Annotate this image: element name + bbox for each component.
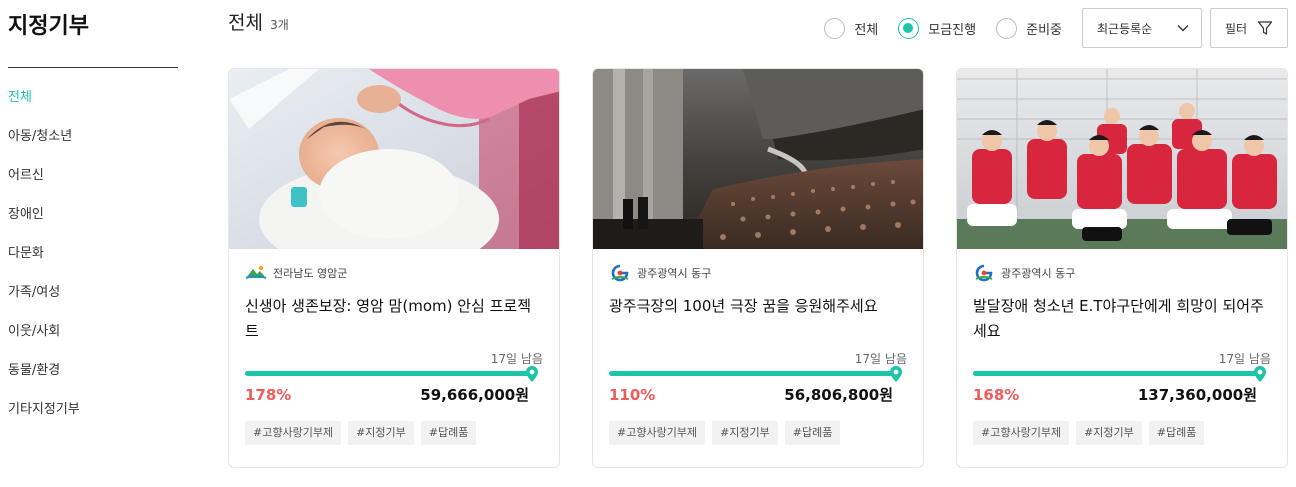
sidebar-title: 지정기부 (8, 14, 89, 39)
radio-circle[interactable] (996, 17, 1018, 39)
funding-amount: 59,666,000원 (420, 386, 529, 404)
list-title: 전체 (228, 12, 263, 34)
tag-list: #고향사랑기부제 #지정기부 #답례품 (245, 421, 543, 445)
location-pin-icon (890, 366, 902, 382)
radio-label: 모금진행 (928, 22, 977, 38)
sort-select[interactable]: 최근등록순 (1082, 8, 1202, 48)
filter-bar: 전체 모금진행 준비중 최근등록순 필터 (824, 8, 1288, 48)
tag[interactable]: #고향사랑기부제 (973, 421, 1070, 445)
sidebar-item-animals-environment[interactable]: 동물/환경 (8, 361, 80, 400)
org-info: 광주광역시 동구 (609, 264, 907, 282)
funding-percent: 110% (609, 385, 656, 404)
progress-bar (245, 366, 543, 382)
sidebar-item-all[interactable]: 전체 (8, 88, 80, 127)
radio-all[interactable]: 전체 (824, 17, 879, 39)
org-info: 전라남도 영암군 (245, 264, 543, 282)
radio-preparing[interactable]: 준비중 (996, 17, 1062, 39)
radio-label: 준비중 (1026, 22, 1062, 38)
tag[interactable]: #답례품 (784, 421, 841, 445)
funding-percent: 168% (973, 385, 1020, 404)
org-name: 전라남도 영암군 (273, 267, 348, 280)
tag[interactable]: #지정기부 (712, 421, 778, 445)
campaign-list: 전라남도 영암군 신생아 생존보장: 영암 맘(mom) 안심 프로젝트 17일… (228, 68, 1288, 468)
sidebar-item-multicultural[interactable]: 다문화 (8, 244, 80, 283)
filter-button[interactable]: 필터 (1210, 8, 1288, 48)
progress-bar (973, 366, 1271, 382)
radio-circle-checked[interactable] (898, 17, 920, 39)
tag-list: #고향사랑기부제 #지정기부 #답례품 (973, 421, 1271, 445)
newborn-baby-photo (229, 69, 559, 249)
chevron-down-icon (1177, 25, 1189, 32)
progress-fill (973, 371, 1261, 376)
tag[interactable]: #답례품 (420, 421, 477, 445)
funding-amount: 137,360,000원 (1137, 386, 1257, 404)
tag-list: #고향사랑기부제 #지정기부 #답례품 (609, 421, 907, 445)
days-left: 17일 남음 (490, 352, 543, 366)
funding-amount: 56,806,800원 (784, 386, 893, 404)
theater-audience-photo (593, 69, 923, 249)
radio-in-progress[interactable]: 모금진행 (898, 17, 977, 39)
campaign-card[interactable]: 전라남도 영암군 신생아 생존보장: 영암 맘(mom) 안심 프로젝트 17일… (228, 68, 560, 468)
sidebar-item-other[interactable]: 기타지정기부 (8, 400, 80, 439)
funding-percent: 178% (245, 385, 292, 404)
radio-circle[interactable] (824, 17, 846, 39)
progress-bar (609, 366, 907, 382)
progress-fill (245, 371, 533, 376)
sidebar-item-neighbors-society[interactable]: 이웃/사회 (8, 322, 80, 361)
days-left: 17일 남음 (854, 352, 907, 366)
gwangju-donggu-logo-icon (975, 264, 993, 282)
location-pin-icon (526, 366, 538, 382)
campaign-title[interactable]: 광주극장의 100년 극장 꿈을 응원해주세요 (609, 294, 907, 344)
sort-select-value: 최근등록순 (1097, 21, 1153, 36)
category-list: 전체 아동/청소년 어르신 장애인 다문화 가족/여성 이웃/사회 동물/환경 … (8, 88, 80, 439)
sidebar-divider (8, 67, 178, 68)
funnel-icon (1257, 21, 1273, 35)
tag[interactable]: #지정기부 (1076, 421, 1142, 445)
tag[interactable]: #답례품 (1148, 421, 1205, 445)
radio-label: 전체 (854, 22, 879, 38)
gwangju-donggu-logo-icon (611, 264, 629, 282)
list-heading: 전체 3개 (228, 8, 289, 35)
tag[interactable]: #지정기부 (348, 421, 414, 445)
progress-fill (609, 371, 897, 376)
days-left: 17일 남음 (1218, 352, 1271, 366)
campaign-title[interactable]: 신생아 생존보장: 영암 맘(mom) 안심 프로젝트 (245, 294, 543, 344)
tag[interactable]: #고향사랑기부제 (245, 421, 342, 445)
campaign-title[interactable]: 발달장애 청소년 E.T야구단에게 희망이 되어주세요 (973, 294, 1271, 344)
tag[interactable]: #고향사랑기부제 (609, 421, 706, 445)
funding-stats: 110% 56,806,800원 (609, 384, 907, 405)
filter-button-label: 필터 (1224, 21, 1248, 36)
campaign-card[interactable]: 광주광역시 동구 발달장애 청소년 E.T야구단에게 희망이 되어주세요 17일… (956, 68, 1288, 468)
sidebar-item-seniors[interactable]: 어르신 (8, 166, 80, 205)
org-name: 광주광역시 동구 (1001, 267, 1076, 280)
funding-stats: 178% 59,666,000원 (245, 384, 543, 405)
location-pin-icon (1254, 366, 1266, 382)
org-name: 광주광역시 동구 (637, 267, 712, 280)
sidebar-item-disabled[interactable]: 장애인 (8, 205, 80, 244)
list-count: 3개 (270, 18, 289, 32)
org-info: 광주광역시 동구 (973, 264, 1271, 282)
funding-stats: 168% 137,360,000원 (973, 384, 1271, 405)
campaign-card[interactable]: 광주광역시 동구 광주극장의 100년 극장 꿈을 응원해주세요 17일 남음 … (592, 68, 924, 468)
sidebar-item-family-women[interactable]: 가족/여성 (8, 283, 80, 322)
yeongam-logo-icon (245, 265, 267, 279)
sidebar-item-children-youth[interactable]: 아동/청소년 (8, 127, 80, 166)
baseball-team-photo (957, 69, 1287, 249)
